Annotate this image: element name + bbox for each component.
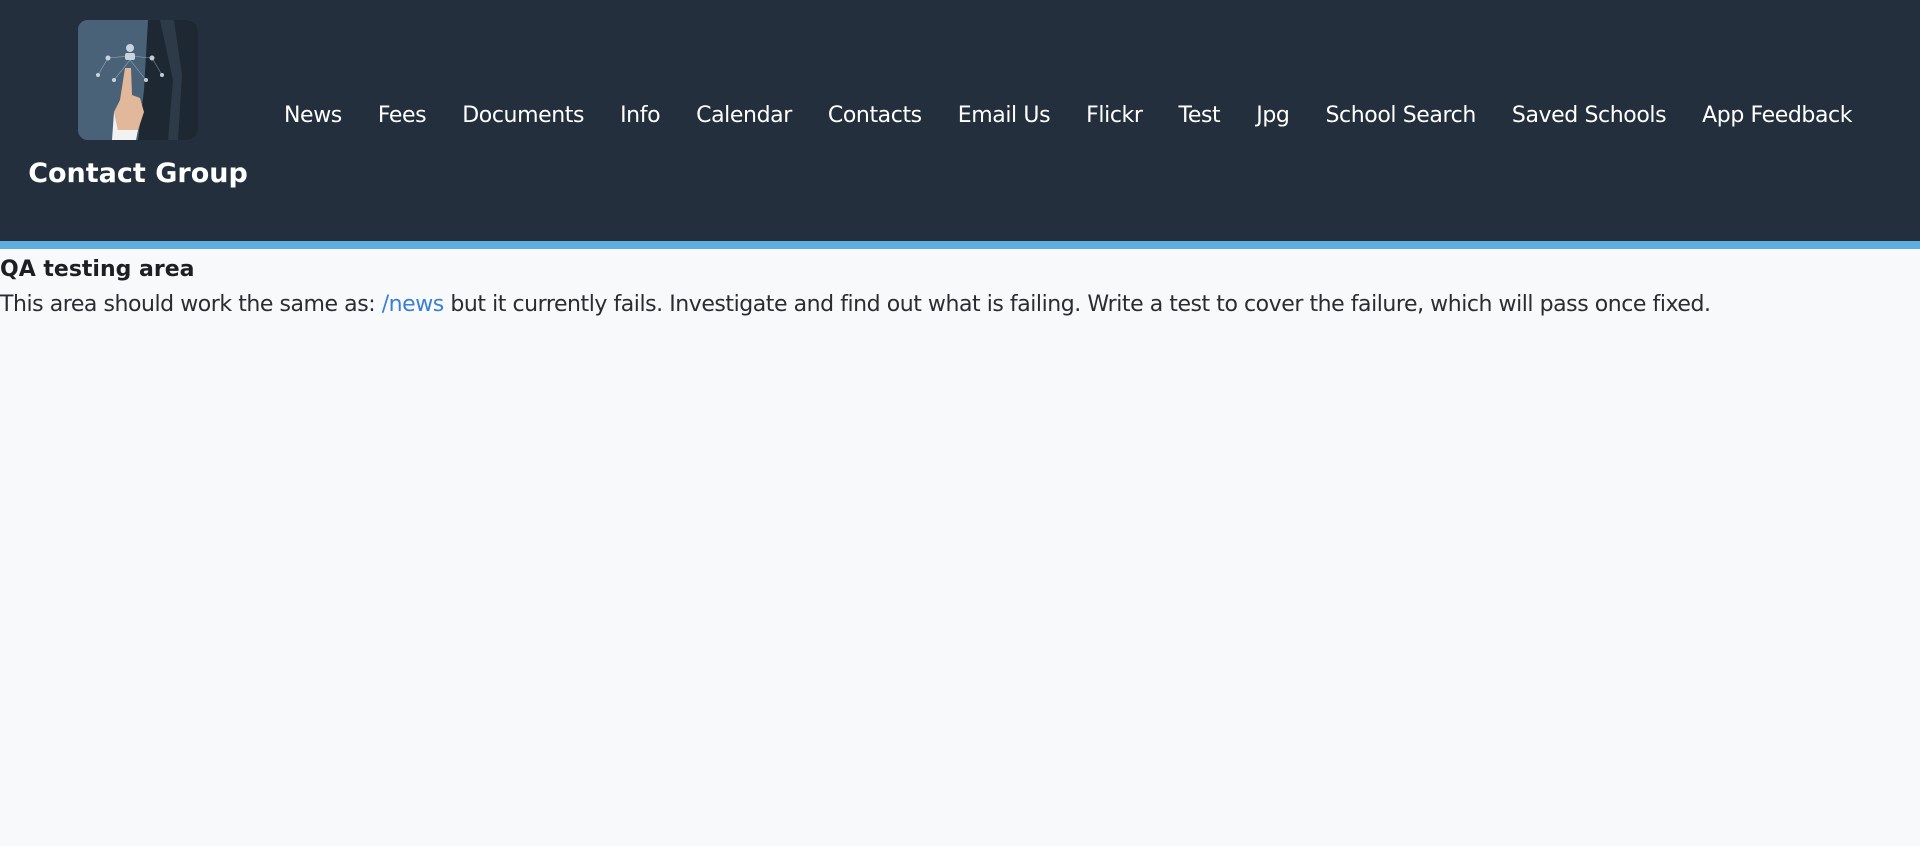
nav-item-contacts[interactable]: Contacts — [828, 100, 922, 132]
main-content: QA testing area This area should work th… — [0, 254, 1920, 321]
brand: Contact Group — [24, 20, 252, 189]
brand-title[interactable]: Contact Group — [24, 158, 252, 189]
news-link[interactable]: /news — [382, 292, 445, 317]
nav-item-documents[interactable]: Documents — [462, 100, 584, 132]
page-heading: QA testing area — [0, 257, 195, 282]
nav-item-jpg[interactable]: Jpg — [1256, 100, 1290, 132]
nav-item-test[interactable]: Test — [1179, 100, 1221, 132]
nav-item-email-us[interactable]: Email Us — [958, 100, 1051, 132]
description-text-after-link: but it currently fails. Investigate and … — [443, 292, 1711, 317]
nav-item-school-search[interactable]: School Search — [1325, 100, 1476, 132]
qa-description: This area should work the same as: /news… — [0, 289, 1920, 321]
nav-item-info[interactable]: Info — [620, 100, 660, 132]
header-accent-stripe — [0, 241, 1920, 249]
nav-item-app-feedback[interactable]: App Feedback — [1702, 100, 1852, 132]
nav-item-fees[interactable]: Fees — [378, 100, 427, 132]
nav-item-news[interactable]: News — [284, 100, 342, 132]
touchscreen-network-icon[interactable] — [78, 20, 198, 140]
nav-item-saved-schools[interactable]: Saved Schools — [1512, 100, 1667, 132]
nav-item-calendar[interactable]: Calendar — [696, 100, 792, 132]
site-header: Contact Group News Fees Documents Info C… — [0, 0, 1920, 241]
nav-item-flickr[interactable]: Flickr — [1086, 100, 1143, 132]
main-nav: News Fees Documents Info Calendar Contac… — [284, 100, 1853, 132]
description-text-before-link: This area should work the same as: — [0, 292, 382, 317]
